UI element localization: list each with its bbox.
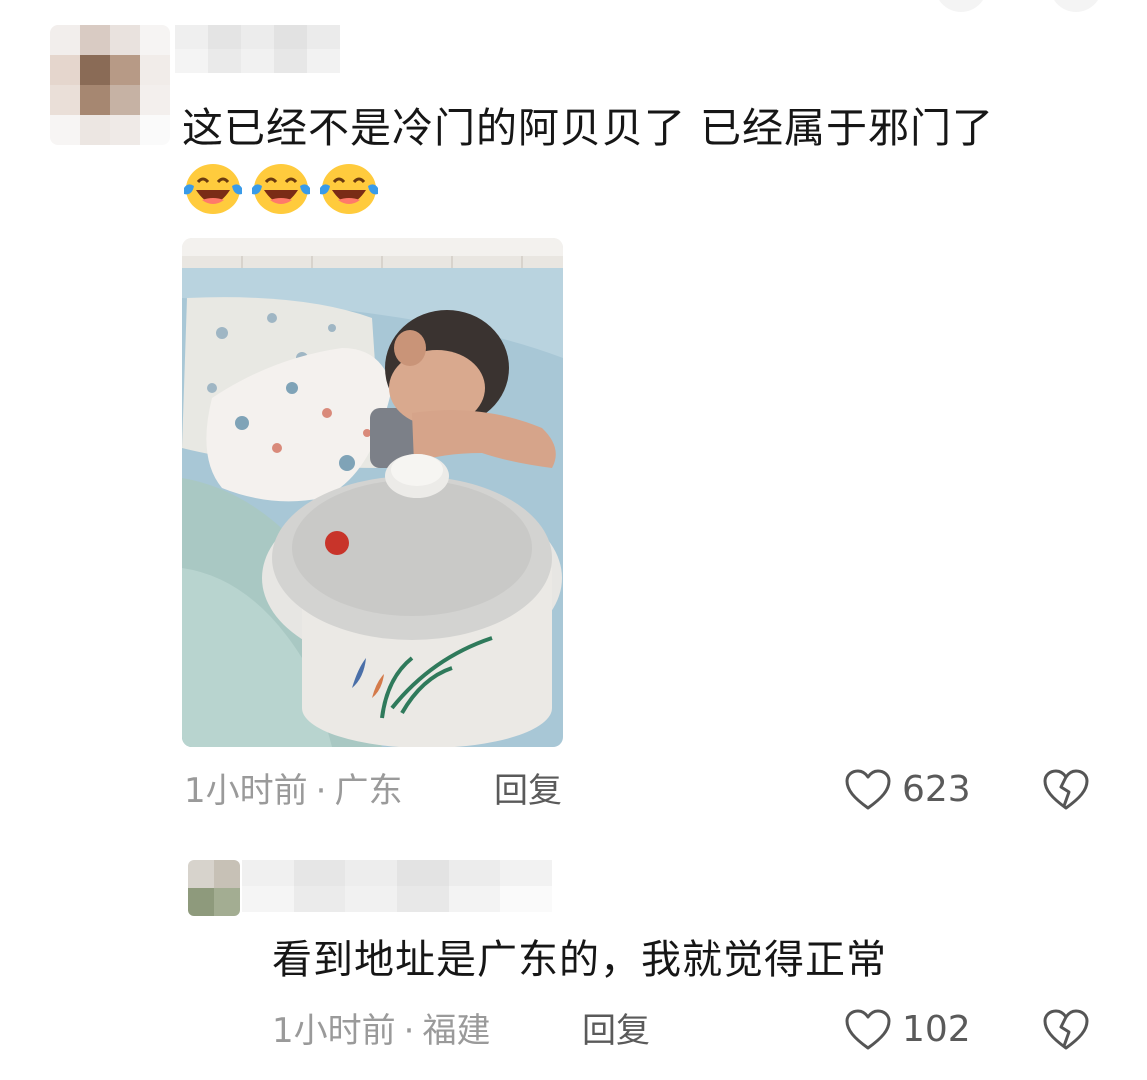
commenter-username[interactable] bbox=[175, 25, 340, 73]
heart-icon bbox=[845, 769, 891, 810]
like-button[interactable]: 623 bbox=[844, 768, 971, 812]
comment-location: 广东 bbox=[334, 771, 403, 811]
comment-meta: 1小时前 · 广东 bbox=[184, 774, 402, 808]
top-button-circle-1[interactable] bbox=[935, 0, 987, 12]
heart-icon bbox=[845, 1009, 891, 1050]
replier-username[interactable] bbox=[242, 860, 552, 912]
broken-heart-icon bbox=[1043, 769, 1089, 810]
comment-photo[interactable] bbox=[182, 238, 563, 747]
reply-like-count: 102 bbox=[902, 1009, 971, 1050]
reply-text: 看到地址是广东的，我就觉得正常 bbox=[272, 937, 887, 983]
reply-button[interactable]: 回复 bbox=[494, 774, 562, 808]
meta-separator: · bbox=[315, 771, 327, 811]
commenter-avatar[interactable] bbox=[50, 25, 170, 145]
reply-reply-button[interactable]: 回复 bbox=[582, 1014, 650, 1048]
meta-separator: · bbox=[403, 1011, 415, 1051]
emoji-row bbox=[182, 160, 380, 216]
laughing-crying-emoji-icon bbox=[252, 164, 310, 214]
dislike-button[interactable] bbox=[1042, 768, 1090, 816]
reply-time: 1小时前 bbox=[272, 1011, 396, 1051]
reply-location: 福建 bbox=[422, 1011, 491, 1051]
broken-heart-icon bbox=[1043, 1009, 1089, 1050]
laughing-crying-emoji-icon bbox=[320, 164, 378, 214]
reply-dislike-button[interactable] bbox=[1042, 1008, 1090, 1056]
reply-meta: 1小时前 · 福建 bbox=[272, 1014, 490, 1048]
child-with-pot-image bbox=[182, 238, 563, 747]
top-button-circle-2[interactable] bbox=[1050, 0, 1102, 12]
reply-like-button[interactable]: 102 bbox=[844, 1008, 971, 1052]
comment-time: 1小时前 bbox=[184, 771, 308, 811]
comment-text: 这已经不是冷门的阿贝贝了 已经属于邪门了 bbox=[182, 104, 995, 152]
laughing-crying-emoji-icon bbox=[184, 164, 242, 214]
replier-avatar[interactable] bbox=[188, 860, 240, 916]
like-count: 623 bbox=[902, 769, 971, 810]
